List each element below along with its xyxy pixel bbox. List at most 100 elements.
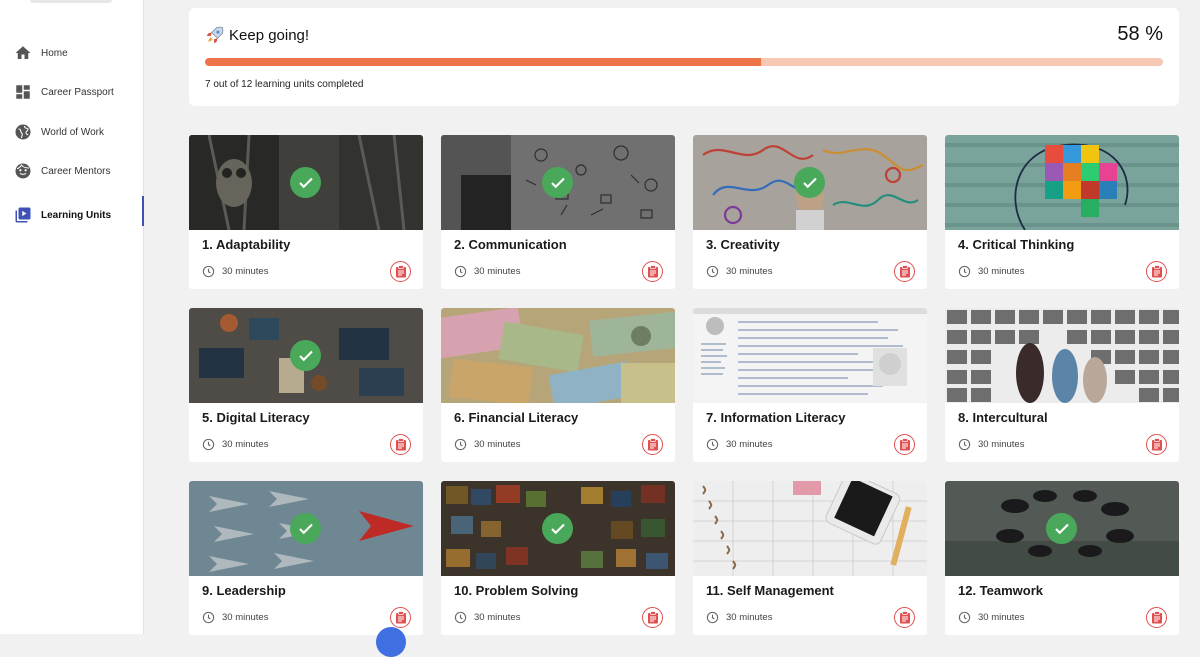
clipboard-icon[interactable]: [642, 607, 663, 628]
unit-thumbnail: [693, 308, 927, 403]
clipboard-icon[interactable]: [894, 261, 915, 282]
progress-heading: Keep going!: [205, 25, 309, 45]
sidebar-item-label: Learning Units: [41, 209, 112, 221]
unit-card-adaptability[interactable]: 1. Adaptability 30 minutes: [189, 135, 423, 289]
brand-logo: [30, 0, 112, 3]
unit-duration: 30 minutes: [454, 265, 520, 278]
unit-duration: 30 minutes: [202, 265, 268, 278]
unit-duration: 30 minutes: [454, 438, 520, 451]
unit-card-problem-solving[interactable]: 10. Problem Solving 30 minutes: [441, 481, 675, 635]
duration-label: 30 minutes: [726, 439, 773, 450]
unit-duration: 30 minutes: [958, 438, 1024, 451]
unit-thumbnail: [945, 135, 1179, 230]
home-icon: [14, 44, 32, 62]
dashboard-icon: [14, 83, 32, 101]
clock-icon: [202, 611, 215, 624]
clock-icon: [706, 611, 719, 624]
sidebar-item-label: World of Work: [41, 126, 104, 138]
completed-check-icon: [794, 167, 825, 198]
rocket-icon: [205, 25, 225, 45]
unit-duration: 30 minutes: [706, 438, 772, 451]
completed-check-icon: [290, 513, 321, 544]
sidebar-item-label: Career Passport: [41, 86, 114, 98]
sidebar-item-career-passport[interactable]: Career Passport: [0, 73, 143, 111]
clipboard-icon[interactable]: [390, 261, 411, 282]
unit-card-information-literacy[interactable]: 7. Information Literacy 30 minutes: [693, 308, 927, 462]
duration-label: 30 minutes: [222, 439, 269, 450]
unit-duration: 30 minutes: [706, 611, 772, 624]
unit-card-creativity[interactable]: 3. Creativity 30 minutes: [693, 135, 927, 289]
clock-icon: [202, 438, 215, 451]
clock-icon: [202, 265, 215, 278]
unit-title: 8. Intercultural: [958, 410, 1048, 425]
clipboard-icon[interactable]: [1146, 607, 1167, 628]
sidebar: Home Career Passport World of Work Caree…: [0, 0, 144, 634]
clipboard-icon[interactable]: [894, 607, 915, 628]
completed-check-icon: [290, 167, 321, 198]
unit-thumbnail: [441, 308, 675, 403]
duration-label: 30 minutes: [978, 612, 1025, 623]
completed-check-icon: [290, 340, 321, 371]
clock-icon: [454, 611, 467, 624]
unit-card-intercultural[interactable]: 8. Intercultural 30 minutes: [945, 308, 1179, 462]
unit-duration: 30 minutes: [202, 438, 268, 451]
unit-duration: 30 minutes: [202, 611, 268, 624]
sidebar-item-label: Career Mentors: [41, 165, 111, 177]
progress-bar-fill: [205, 58, 761, 66]
clock-icon: [454, 265, 467, 278]
unit-title: 10. Problem Solving: [454, 583, 579, 598]
unit-card-digital-literacy[interactable]: 5. Digital Literacy 30 minutes: [189, 308, 423, 462]
sidebar-item-world-of-work[interactable]: World of Work: [0, 113, 143, 151]
progress-title: Keep going!: [229, 26, 310, 44]
completed-check-icon: [1046, 513, 1077, 544]
unit-card-communication[interactable]: 2. Communication 30 minutes: [441, 135, 675, 289]
clipboard-icon[interactable]: [642, 434, 663, 455]
duration-label: 30 minutes: [474, 439, 521, 450]
sidebar-item-label: Home: [41, 47, 68, 59]
clock-icon: [706, 438, 719, 451]
unit-card-self-management[interactable]: 11. Self Management 30 minutes: [693, 481, 927, 635]
completed-check-icon: [542, 513, 573, 544]
sidebar-item-career-mentors[interactable]: Career Mentors: [0, 152, 143, 190]
duration-label: 30 minutes: [474, 612, 521, 623]
unit-title: 11. Self Management: [706, 583, 834, 598]
unit-title: 6. Financial Literacy: [454, 410, 579, 425]
sidebar-item-learning-units[interactable]: Learning Units: [0, 196, 144, 234]
unit-title: 5. Digital Literacy: [202, 410, 310, 425]
sidebar-item-home[interactable]: Home: [0, 34, 143, 72]
progress-percent: 58 %: [1117, 23, 1163, 45]
unit-duration: 30 minutes: [706, 265, 772, 278]
unit-card-teamwork[interactable]: 12. Teamwork 30 minutes: [945, 481, 1179, 635]
unit-title: 2. Communication: [454, 237, 567, 252]
duration-label: 30 minutes: [978, 266, 1025, 277]
unit-duration: 30 minutes: [454, 611, 520, 624]
unit-thumbnail: [945, 308, 1179, 403]
unit-title: 9. Leadership: [202, 583, 286, 598]
clipboard-icon[interactable]: [390, 434, 411, 455]
globe-icon: [14, 123, 32, 141]
clock-icon: [958, 438, 971, 451]
duration-label: 30 minutes: [474, 266, 521, 277]
clipboard-icon[interactable]: [642, 261, 663, 282]
duration-label: 30 minutes: [222, 612, 269, 623]
clock-icon: [958, 611, 971, 624]
clipboard-icon[interactable]: [390, 607, 411, 628]
clock-icon: [706, 265, 719, 278]
progress-card: Keep going! 58 % 7 out of 12 learning un…: [189, 8, 1179, 106]
completed-check-icon: [542, 167, 573, 198]
clipboard-icon[interactable]: [1146, 434, 1167, 455]
play-library-icon: [14, 206, 32, 224]
clipboard-icon[interactable]: [894, 434, 915, 455]
clock-icon: [958, 265, 971, 278]
mentor-face-icon: [14, 162, 32, 180]
progress-caption: 7 out of 12 learning units completed: [205, 79, 364, 90]
clock-icon: [454, 438, 467, 451]
clipboard-icon[interactable]: [1146, 261, 1167, 282]
unit-card-leadership[interactable]: 9. Leadership 30 minutes: [189, 481, 423, 635]
unit-card-financial-literacy[interactable]: 6. Financial Literacy 30 minutes: [441, 308, 675, 462]
unit-title: 3. Creativity: [706, 237, 780, 252]
floating-action-button[interactable]: [376, 627, 406, 657]
unit-card-critical-thinking[interactable]: 4. Critical Thinking 30 minutes: [945, 135, 1179, 289]
duration-label: 30 minutes: [726, 266, 773, 277]
duration-label: 30 minutes: [726, 612, 773, 623]
